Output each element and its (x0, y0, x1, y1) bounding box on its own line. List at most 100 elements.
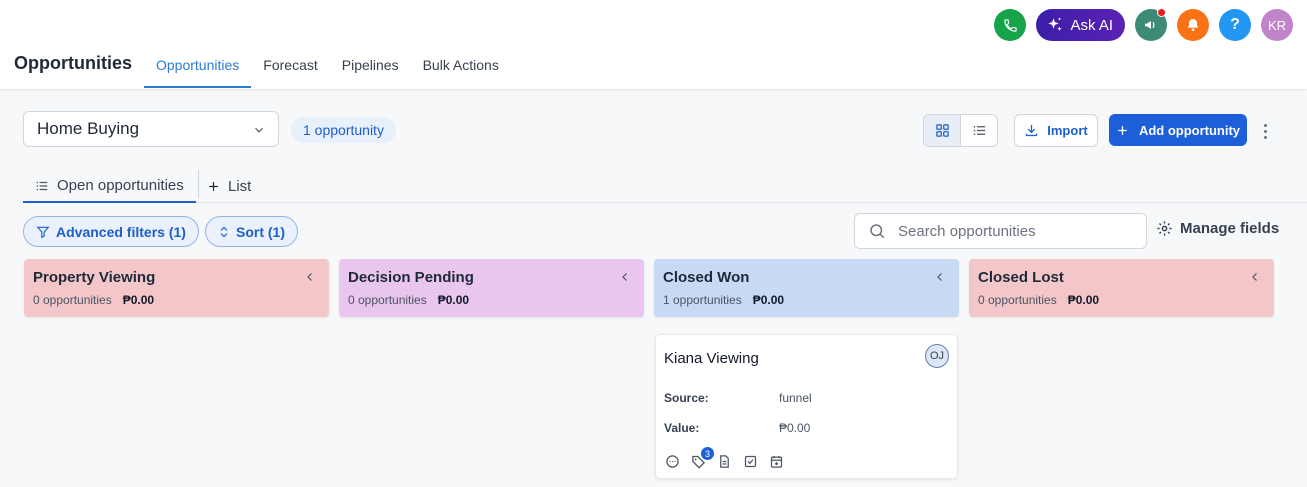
import-button[interactable]: Import (1014, 114, 1098, 147)
plus-icon (209, 182, 218, 191)
document-icon (719, 454, 729, 468)
source-row: Source: funnel (664, 391, 812, 405)
announcements-button[interactable] (1135, 8, 1167, 41)
pipeline-select-value: Home Buying (37, 119, 140, 138)
megaphone-icon (1145, 21, 1155, 29)
stage-amount: ₱0.00 (122, 293, 155, 307)
bell-icon (1187, 19, 1199, 31)
stage-title: Decision Pending (348, 269, 474, 286)
checkbox-icon (744, 455, 756, 467)
manage-fields-button[interactable]: Manage fields (1156, 220, 1279, 237)
chevron-left-icon[interactable] (934, 271, 946, 283)
search-icon (870, 224, 885, 239)
card-actions: 3 (664, 447, 784, 469)
stage-column-decision-pending: Decision Pending 0 opportunities ₱0.00 (339, 259, 644, 317)
tab-pipelines[interactable]: Pipelines (330, 45, 411, 88)
chevron-left-icon[interactable] (619, 271, 631, 283)
more-options-icon[interactable] (1256, 118, 1274, 144)
notes-action[interactable] (716, 453, 732, 469)
chevron-down-icon (255, 127, 263, 133)
avatar-initials: KR (1267, 17, 1287, 33)
value-amount: ₱0.00 (779, 421, 811, 435)
tab-bulk-actions[interactable]: Bulk Actions (411, 45, 511, 88)
add-opportunity-button[interactable]: Add opportunity (1109, 114, 1247, 146)
chat-icon (665, 454, 679, 468)
tab-forecast[interactable]: Forecast (251, 45, 329, 88)
search-field (854, 213, 1147, 249)
subtab-open-label: Open opportunities (57, 177, 184, 194)
source-label: Source: (664, 391, 709, 405)
top-actions: Ask AI ? KR (994, 8, 1293, 41)
stage-count: 0 opportunities (33, 293, 112, 307)
pipeline-select[interactable]: Home Buying (23, 111, 279, 147)
stage-meta: 0 opportunities ₱0.00 (978, 293, 1265, 307)
stage-title: Closed Lost (978, 269, 1064, 286)
list-icon (36, 181, 48, 190)
subtab-divider (198, 170, 199, 198)
user-avatar[interactable]: KR (1261, 9, 1293, 41)
opportunity-card[interactable]: Kiana Viewing OJ Source: funnel Value: ₱… (655, 334, 958, 479)
appointment-action[interactable] (768, 453, 784, 469)
ask-ai-button[interactable]: Ask AI (1036, 9, 1125, 41)
advanced-filters-label: Advanced filters (1) (56, 223, 186, 240)
add-opportunity-label: Add opportunity (1138, 122, 1241, 138)
board-view-button[interactable] (924, 115, 961, 146)
sparkle-icon (1048, 17, 1063, 31)
stage-column-closed-lost: Closed Lost 0 opportunities ₱0.00 (969, 259, 1274, 317)
chevron-left-icon[interactable] (1249, 271, 1261, 283)
conversation-action[interactable] (664, 453, 680, 469)
phone-icon (1004, 18, 1017, 32)
help-icon: ? (1230, 16, 1240, 33)
stage-meta: 1 opportunities ₱0.00 (663, 293, 950, 307)
top-nav-tabs: Opportunities Forecast Pipelines Bulk Ac… (144, 45, 511, 89)
source-value: funnel (779, 391, 812, 405)
list-view-button[interactable] (961, 115, 997, 146)
stage-count: 0 opportunities (348, 293, 427, 307)
grid-icon (935, 124, 949, 137)
search-input[interactable] (898, 222, 1128, 240)
page-title: Opportunities (14, 53, 132, 73)
owner-avatar[interactable]: OJ (925, 344, 949, 368)
tasks-action[interactable] (742, 453, 758, 469)
opportunity-count-badge: 1 opportunity (291, 117, 396, 143)
stage-column-closed-won: Closed Won 1 opportunities ₱0.00 (654, 259, 959, 317)
notification-dot (1157, 8, 1166, 17)
notifications-button[interactable] (1177, 9, 1209, 41)
tab-opportunities[interactable]: Opportunities (144, 45, 252, 88)
value-row: Value: ₱0.00 (664, 421, 810, 435)
help-button[interactable]: ? (1219, 9, 1251, 41)
stage-title: Property Viewing (33, 269, 156, 286)
top-bar: Ask AI ? KR Opportunities Opportunities … (0, 0, 1307, 90)
calendar-icon (770, 455, 782, 468)
chevron-left-icon[interactable] (304, 271, 316, 283)
stage-meta: 0 opportunities ₱0.00 (33, 293, 320, 307)
stage-title: Closed Won (663, 269, 750, 286)
sort-icon (220, 226, 228, 237)
gear-icon (1157, 221, 1172, 236)
view-toggle (923, 114, 998, 147)
add-list-button[interactable]: List (207, 170, 251, 203)
value-label: Value: (664, 421, 700, 435)
list-icon (973, 125, 985, 136)
stage-count: 1 opportunities (663, 293, 742, 307)
plus-icon (1118, 125, 1127, 135)
add-list-label: List (228, 178, 252, 195)
tag-count-badge: 3 (701, 447, 714, 460)
stage-meta: 0 opportunities ₱0.00 (348, 293, 635, 307)
advanced-filters-button[interactable]: Advanced filters (1) (23, 216, 199, 247)
manage-fields-label: Manage fields (1180, 220, 1280, 237)
tags-action[interactable]: 3 (690, 447, 714, 469)
subtab-open-opportunities[interactable]: Open opportunities (23, 170, 196, 203)
stage-count: 0 opportunities (978, 293, 1057, 307)
sort-button[interactable]: Sort (1) (205, 216, 298, 247)
opportunity-subtabs: Open opportunities List (23, 170, 1307, 203)
download-icon (1026, 124, 1038, 137)
sort-label: Sort (1) (236, 223, 285, 240)
filter-icon (36, 226, 50, 238)
import-label: Import (1047, 123, 1088, 138)
ask-ai-label: Ask AI (1070, 16, 1113, 34)
stage-amount: ₱0.00 (437, 293, 470, 307)
phone-button[interactable] (994, 9, 1027, 41)
opportunity-name: Kiana Viewing (664, 350, 759, 367)
stage-amount: ₱0.00 (752, 293, 785, 307)
